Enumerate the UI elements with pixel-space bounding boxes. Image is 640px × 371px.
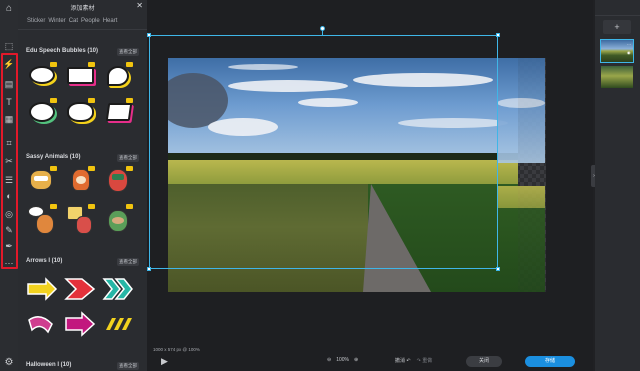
sticker-item[interactable] bbox=[102, 310, 134, 338]
editor-app: ⌂ ⬚ ⚡ ▤ T ▦ ⌗ ✂ ☰ ◐ ◎ ✎ ✒ ⋯ ⚙ 添加素材 ✕ Sti… bbox=[0, 0, 640, 371]
arrow-sticker-stripes bbox=[106, 318, 132, 330]
close-icon[interactable]: ✕ bbox=[136, 1, 143, 10]
save-button[interactable]: 存储 bbox=[525, 356, 575, 367]
spiral-icon[interactable]: ◎ bbox=[2, 208, 16, 220]
arrow-sticker-red bbox=[64, 278, 96, 300]
text-icon[interactable]: T bbox=[2, 96, 16, 108]
sticker-item[interactable] bbox=[64, 98, 96, 126]
resize-handle[interactable] bbox=[496, 33, 500, 37]
premium-badge bbox=[88, 62, 95, 67]
sticker-item[interactable] bbox=[102, 275, 134, 303]
resize-handle[interactable] bbox=[496, 267, 500, 271]
canvas-area: 1000 x 574 px @ 100% ▶ ⊖ 100% ⊕ 撤消 ↶ ↷ 重… bbox=[147, 0, 593, 371]
close-button[interactable]: 关闭 bbox=[466, 356, 502, 367]
premium-badge bbox=[50, 204, 57, 209]
texture-icon[interactable]: ▦ bbox=[2, 113, 16, 125]
more-icon[interactable]: ⋯ bbox=[2, 257, 16, 269]
rotate-handle[interactable] bbox=[320, 26, 325, 31]
arrow-sticker-yellow bbox=[27, 277, 58, 301]
sticker-item[interactable] bbox=[102, 204, 134, 232]
sticker-item[interactable] bbox=[64, 310, 96, 338]
adjust-icon[interactable]: ☰ bbox=[2, 174, 16, 186]
sticker-item[interactable] bbox=[26, 275, 58, 303]
tab-cat[interactable]: Cat bbox=[69, 16, 78, 27]
panel-title: 添加素材 bbox=[70, 6, 95, 12]
zoom-out-icon[interactable]: ⊖ bbox=[327, 357, 331, 363]
premium-badge bbox=[50, 166, 57, 171]
cut-icon[interactable]: ✂ bbox=[2, 155, 16, 167]
home-icon[interactable]: ⌂ bbox=[2, 3, 16, 15]
category-tabs: Sticker Winter Cat People Heart bbox=[18, 16, 147, 27]
layer-item[interactable]: ⋯ ◉ bbox=[600, 39, 634, 63]
more-icon[interactable]: ⋯ bbox=[627, 42, 631, 47]
tool-rail: ⌂ ⬚ ⚡ ▤ T ▦ ⌗ ✂ ☰ ◐ ◎ ✎ ✒ ⋯ ⚙ bbox=[0, 0, 18, 371]
view-all-button[interactable]: 查看全部 bbox=[117, 48, 139, 56]
section-title: Arrows I (10) bbox=[26, 258, 63, 264]
sticker-item[interactable] bbox=[102, 98, 134, 126]
sticker-item[interactable] bbox=[26, 310, 58, 338]
sticker-panel: 添加素材 ✕ Sticker Winter Cat People Heart E… bbox=[18, 0, 147, 371]
tab-winter[interactable]: Winter bbox=[48, 16, 65, 27]
sticker-item[interactable] bbox=[64, 166, 96, 194]
zoom-in-icon[interactable]: ⊕ bbox=[354, 357, 358, 363]
crop-icon[interactable]: ⌗ bbox=[2, 137, 16, 149]
sticker-item[interactable] bbox=[102, 62, 134, 90]
arrow-sticker-magenta bbox=[65, 311, 96, 337]
sticker-item[interactable] bbox=[64, 62, 96, 90]
premium-badge bbox=[126, 166, 133, 171]
layer-controls: ⋯ ◉ bbox=[627, 42, 631, 55]
section-title: Sassy Animals (10) bbox=[26, 154, 81, 160]
premium-badge bbox=[50, 98, 57, 103]
resize-handle[interactable] bbox=[147, 267, 151, 271]
sticker-item[interactable] bbox=[26, 98, 58, 126]
layer-item[interactable] bbox=[601, 66, 633, 88]
arrow-sticker-pink bbox=[28, 316, 53, 334]
sticker-item[interactable] bbox=[102, 166, 134, 194]
zoom-level[interactable]: 100% bbox=[336, 357, 349, 363]
tab-sticker[interactable]: Sticker bbox=[27, 16, 45, 27]
canvas-size-status: 1000 x 574 px @ 100% bbox=[153, 347, 200, 352]
brush-icon[interactable]: ✎ bbox=[2, 224, 16, 236]
premium-badge bbox=[126, 204, 133, 209]
section-title: Halloween I (10) bbox=[26, 362, 72, 368]
view-all-button[interactable]: 查看全部 bbox=[117, 362, 139, 370]
premium-badge bbox=[50, 62, 57, 67]
arrow-sticker-teal bbox=[102, 278, 133, 300]
sticker-item[interactable] bbox=[64, 204, 96, 234]
premium-badge bbox=[88, 204, 95, 209]
redo-button[interactable]: ↷ 重做 bbox=[417, 357, 433, 364]
contrast-icon[interactable]: ◐ bbox=[2, 190, 16, 202]
sticker-item[interactable] bbox=[26, 62, 58, 90]
settings-icon[interactable]: ⚙ bbox=[2, 357, 16, 369]
undo-button[interactable]: 撤消 ↶ bbox=[395, 357, 411, 364]
play-icon[interactable]: ▶ bbox=[161, 356, 168, 367]
view-all-button[interactable]: 查看全部 bbox=[117, 258, 139, 266]
resize-handle[interactable] bbox=[147, 33, 151, 37]
history-controls: 撤消 ↶ ↷ 重做 bbox=[395, 357, 432, 364]
sticker-item[interactable] bbox=[26, 166, 58, 194]
tab-people[interactable]: People bbox=[81, 16, 100, 27]
layout-icon[interactable]: ▤ bbox=[2, 78, 16, 90]
premium-badge bbox=[126, 62, 133, 67]
pen-icon[interactable]: ✒ bbox=[2, 240, 16, 252]
zoom-control: ⊖ 100% ⊕ bbox=[327, 357, 358, 363]
add-layer-button[interactable]: + bbox=[603, 20, 631, 34]
layers-header bbox=[595, 0, 640, 16]
premium-badge bbox=[88, 166, 95, 171]
select-icon[interactable]: ⬚ bbox=[2, 40, 16, 52]
canvas-photo-overflow bbox=[497, 58, 545, 292]
view-all-button[interactable]: 查看全部 bbox=[117, 154, 139, 162]
divider bbox=[18, 29, 147, 30]
magic-icon[interactable]: ⚡ bbox=[2, 58, 16, 70]
panel-header: 添加素材 ✕ bbox=[18, 0, 147, 13]
sticker-item[interactable] bbox=[26, 204, 58, 234]
selection-box[interactable] bbox=[147, 33, 500, 271]
visibility-icon[interactable]: ◉ bbox=[627, 50, 631, 55]
premium-badge bbox=[126, 98, 133, 103]
premium-badge bbox=[88, 98, 95, 103]
section-title: Edu Speech Bubbles (10) bbox=[26, 48, 99, 54]
tab-heart[interactable]: Heart bbox=[103, 16, 118, 27]
layers-panel: + ⋯ ◉ bbox=[595, 0, 640, 371]
sticker-item[interactable] bbox=[64, 275, 96, 303]
